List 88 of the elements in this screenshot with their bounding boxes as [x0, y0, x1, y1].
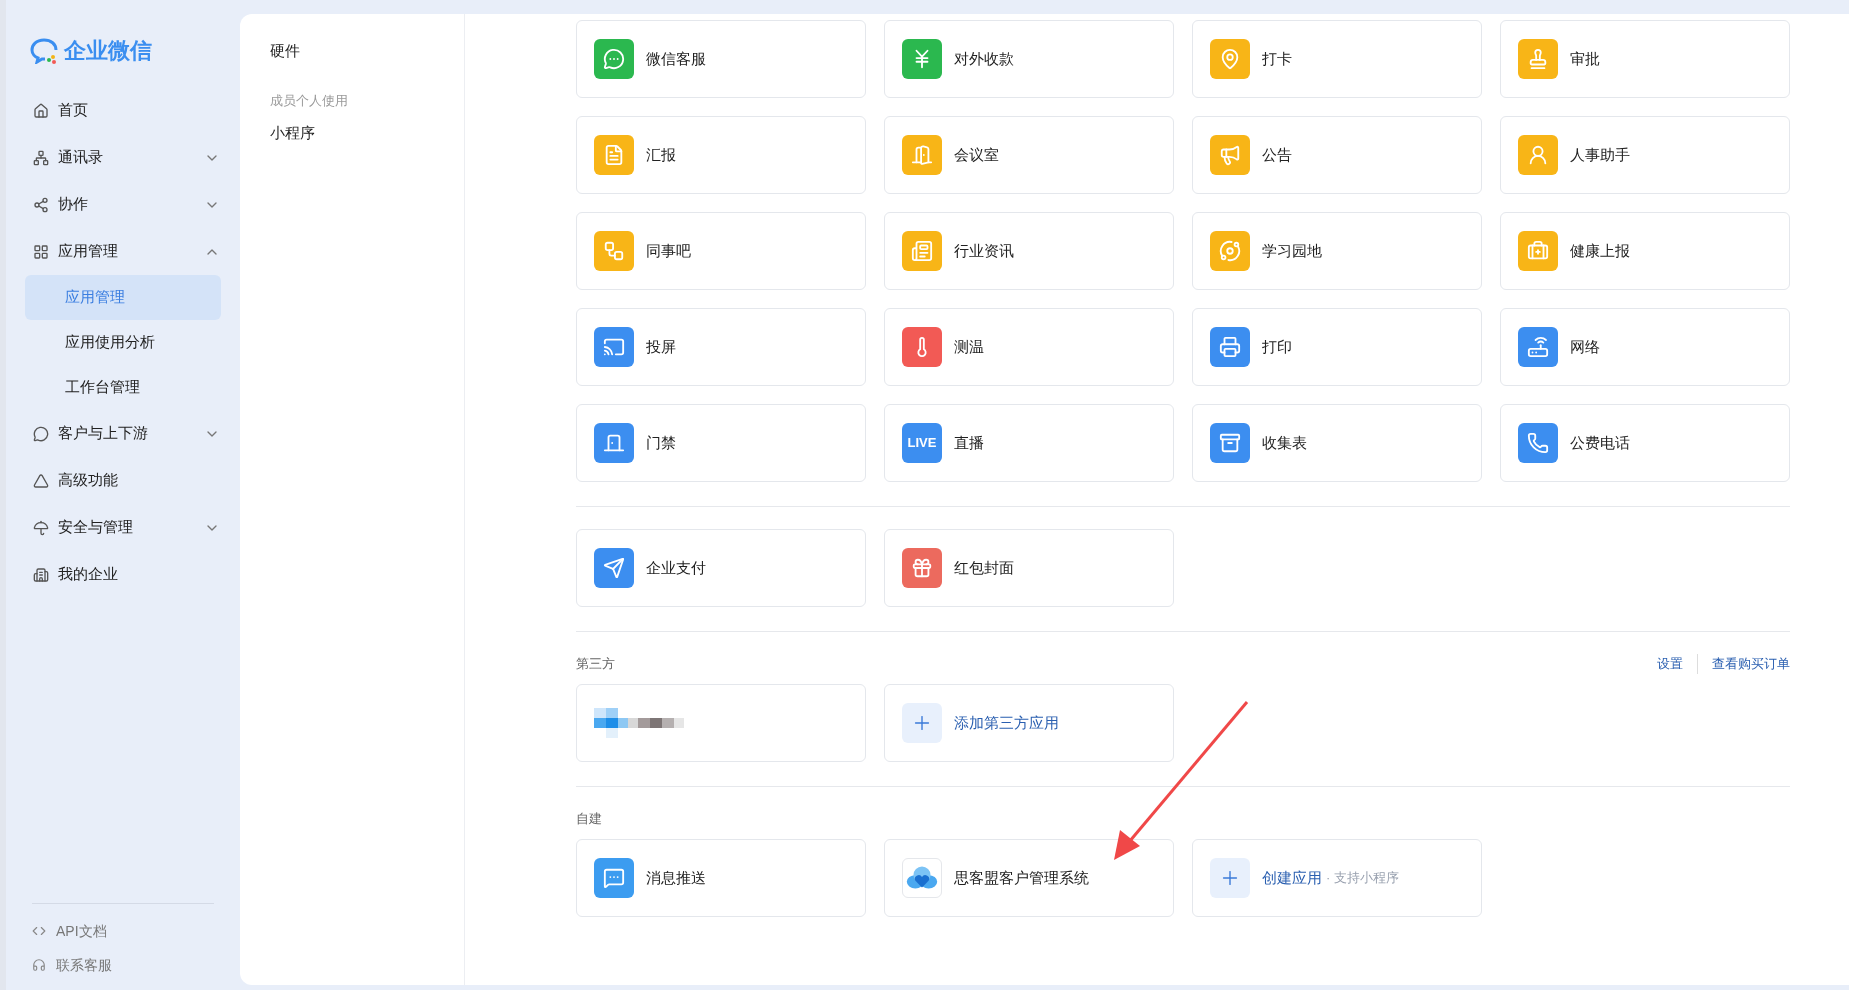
app-card[interactable]: 投屏 — [576, 308, 866, 386]
app-card[interactable]: 同事吧 — [576, 212, 866, 290]
app-name: 同事吧 — [646, 240, 691, 261]
app-card[interactable]: 测温 — [884, 308, 1174, 386]
app-card[interactable]: 审批 — [1500, 20, 1790, 98]
app-card[interactable] — [576, 684, 866, 762]
nav-subitem[interactable]: 工作台管理 — [25, 365, 221, 410]
add-app-label: 添加第三方应用 — [954, 712, 1059, 733]
category-heading: 成员个人使用 — [270, 91, 349, 110]
section-title: 第三方 — [576, 655, 616, 674]
app-name: 投屏 — [646, 336, 676, 357]
app-card[interactable]: 公费电话 — [1500, 404, 1790, 482]
share-icon — [33, 196, 49, 213]
grid-icon — [33, 243, 49, 260]
live-icon: LIVE — [902, 423, 942, 463]
app-card[interactable]: 微信客服 — [576, 20, 866, 98]
nav-item[interactable]: 首页 — [6, 87, 240, 134]
app-card[interactable]: 公告 — [1192, 116, 1482, 194]
app-name: 红包封面 — [954, 557, 1014, 578]
app-name: 网络 — [1570, 336, 1600, 357]
app-card[interactable]: 汇报 — [576, 116, 866, 194]
app-name: 直播 — [954, 432, 984, 453]
headset-icon — [32, 958, 46, 972]
app-name: 思客盟客户管理系统 — [954, 867, 1089, 888]
nav-item[interactable]: 我的企业 — [6, 551, 240, 598]
footer-link[interactable]: 联系客服 — [32, 948, 214, 982]
footer-link[interactable]: API文档 — [32, 914, 214, 948]
nav-item[interactable]: 安全与管理 — [6, 504, 240, 551]
app-name: 企业支付 — [646, 557, 706, 578]
app-name: 打卡 — [1262, 48, 1292, 69]
triangle-icon — [33, 472, 49, 489]
app-name: 审批 — [1570, 48, 1600, 69]
nav-item[interactable]: 客户与上下游 — [6, 410, 240, 457]
app-name: 人事助手 — [1570, 144, 1630, 165]
logo-text: 企业微信 — [64, 37, 152, 65]
app-name: 汇报 — [646, 144, 676, 165]
app-name: 打印 — [1262, 336, 1292, 357]
add-app-button[interactable]: 添加第三方应用 — [884, 684, 1174, 762]
plus-icon — [1210, 858, 1250, 898]
section-link[interactable]: 查看购买订单 — [1697, 654, 1790, 674]
app-name: 微信客服 — [646, 48, 706, 69]
app-card[interactable]: 收集表 — [1192, 404, 1482, 482]
section-link[interactable]: 设置 — [1657, 654, 1683, 674]
app-card[interactable]: 思客盟客户管理系统 — [884, 839, 1174, 917]
app-name: 对外收款 — [954, 48, 1014, 69]
app-card[interactable]: 红包封面 — [884, 529, 1174, 607]
chat-bubble-icon — [33, 425, 49, 442]
app-name: 收集表 — [1262, 432, 1307, 453]
app-name: 消息推送 — [646, 867, 706, 888]
app-name: 行业资讯 — [954, 240, 1014, 261]
app-name: 会议室 — [954, 144, 999, 165]
umbrella-icon — [33, 519, 49, 536]
add-app-label: 创建应用 — [1262, 867, 1322, 888]
app-card[interactable]: 人事助手 — [1500, 116, 1790, 194]
app-card[interactable]: 学习园地 — [1192, 212, 1482, 290]
api-icon — [32, 924, 46, 938]
app-card[interactable]: 企业支付 — [576, 529, 866, 607]
app-card[interactable]: 门禁 — [576, 404, 866, 482]
add-app-note: · 支持小程序 — [1326, 869, 1399, 888]
nav-item[interactable]: 高级功能 — [6, 457, 240, 504]
app-card[interactable]: LIVE 直播 — [884, 404, 1174, 482]
nav-subitem[interactable]: 应用使用分析 — [25, 320, 221, 365]
app-name: 公告 — [1262, 144, 1292, 165]
home-icon — [33, 102, 49, 119]
app-card[interactable]: 会议室 — [884, 116, 1174, 194]
nav-item[interactable]: 应用管理 — [6, 228, 240, 275]
app-card[interactable]: 健康上报 — [1500, 212, 1790, 290]
app-name: 门禁 — [646, 432, 676, 453]
building-icon — [33, 566, 49, 583]
nav-item[interactable]: 通讯录 — [6, 134, 240, 181]
app-name: 测温 — [954, 336, 984, 357]
app-name: 公费电话 — [1570, 432, 1630, 453]
category-link[interactable]: 小程序 — [270, 120, 464, 147]
app-card[interactable]: 行业资讯 — [884, 212, 1174, 290]
logo-icon — [30, 37, 60, 64]
app-name: 健康上报 — [1570, 240, 1630, 261]
nav-item[interactable]: 协作 — [6, 181, 240, 228]
org-chart-icon — [33, 149, 49, 166]
app-card[interactable]: 网络 — [1500, 308, 1790, 386]
app-card[interactable]: 消息推送 — [576, 839, 866, 917]
add-app-button[interactable]: 创建应用 · 支持小程序 — [1192, 839, 1482, 917]
category-link[interactable]: 硬件 — [270, 38, 464, 65]
app-card[interactable]: 对外收款 — [884, 20, 1174, 98]
app-card[interactable]: 打印 — [1192, 308, 1482, 386]
plus-icon — [902, 703, 942, 743]
section-title: 自建 — [576, 810, 603, 829]
app-name: 学习园地 — [1262, 240, 1322, 261]
app-card[interactable]: 打卡 — [1192, 20, 1482, 98]
